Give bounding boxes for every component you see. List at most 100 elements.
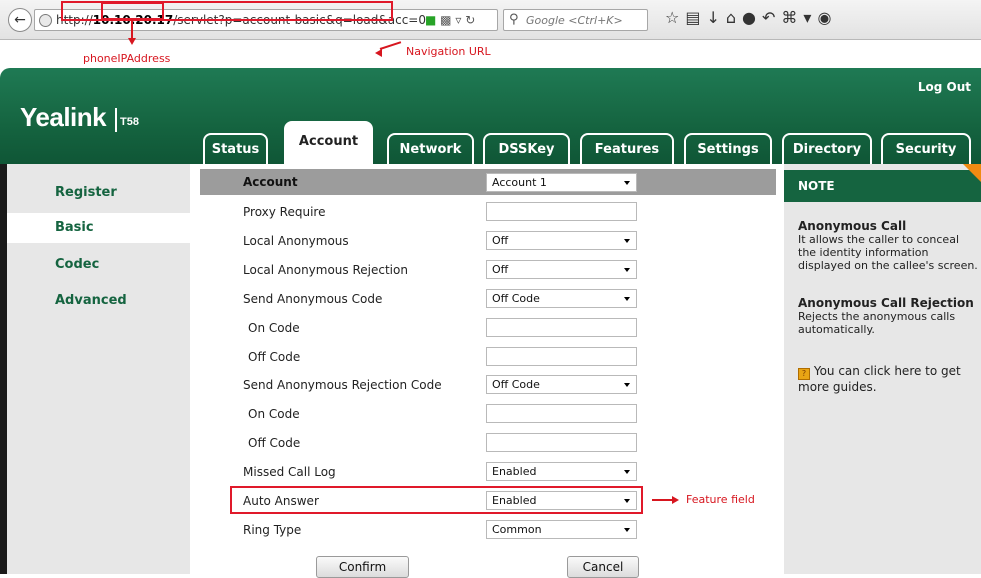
search-icon: ⚲	[509, 12, 519, 27]
row-label-proxy-require: Proxy Require	[243, 205, 326, 219]
undo-icon[interactable]: ↶	[762, 8, 781, 27]
ip-arrow-head	[128, 38, 136, 45]
note-header: NOTE	[784, 170, 981, 202]
chevron-down-icon	[624, 470, 630, 474]
note-anonymous-call-title: Anonymous Call	[798, 219, 907, 233]
messenger-icon[interactable]: ◉	[817, 8, 837, 27]
missed-call-log-value: Enabled	[492, 465, 537, 478]
page-left-border	[0, 164, 7, 574]
note-guide-link[interactable]: ? You can click here to get more guides.	[798, 364, 978, 394]
account-label: Account	[243, 175, 298, 189]
search-placeholder: Google <Ctrl+K>	[526, 14, 623, 27]
feature-arrow-line	[652, 499, 673, 501]
row-label-send-anonymous-code: Send Anonymous Code	[243, 292, 383, 306]
cancel-button[interactable]: Cancel	[567, 556, 639, 578]
rejection-off-code-input[interactable]	[486, 433, 637, 452]
local-anonymous-value: Off	[492, 234, 509, 247]
row-label-rejection-off-code: Off Code	[248, 436, 301, 450]
ip-arrow-line	[131, 20, 133, 40]
row-label-local-anonymous: Local Anonymous	[243, 234, 349, 248]
reading-list-icon[interactable]: ▤	[685, 8, 706, 27]
confirm-button[interactable]: Confirm	[316, 556, 409, 578]
row-label-ring-type: Ring Type	[243, 523, 302, 537]
header-bar: Log Out Yealink T58 Status Account Netwo…	[0, 68, 981, 164]
local-anonymous-select[interactable]: Off	[486, 231, 637, 250]
local-anonymous-rejection-value: Off	[492, 263, 509, 276]
note-anonymous-rejection: Anonymous Call Rejection Rejects the ano…	[798, 296, 978, 337]
tab-dsskey[interactable]: DSSKey	[483, 133, 570, 164]
globe-icon	[39, 14, 52, 27]
ip-highlight-box	[101, 2, 164, 20]
back-arrow-icon[interactable]: ←	[8, 8, 32, 32]
row-label-local-anonymous-rejection: Local Anonymous Rejection	[243, 263, 408, 277]
browser-toolbar-icons: ☆▤↓⌂●↶⌘▾◉	[665, 8, 837, 27]
send-anonymous-code-select[interactable]: Off Code	[486, 289, 637, 308]
url-arrow-head	[375, 49, 382, 57]
note-anonymous-rejection-title: Anonymous Call Rejection	[798, 296, 974, 310]
tab-features[interactable]: Features	[580, 133, 674, 164]
chevron-down-icon	[624, 528, 630, 532]
tab-network[interactable]: Network	[387, 133, 474, 164]
anonymous-on-code-input[interactable]	[486, 318, 637, 337]
feature-arrow-head	[672, 496, 679, 504]
note-anonymous-rejection-text: Rejects the anonymous calls automaticall…	[798, 310, 956, 336]
shield-icon[interactable]: ■	[425, 13, 436, 27]
ring-type-select[interactable]: Common	[486, 520, 637, 539]
yealink-logo: Yealink	[20, 102, 107, 132]
send-anonymous-code-value: Off Code	[492, 292, 540, 305]
sidebar-item-advanced[interactable]: Advanced	[7, 286, 190, 316]
logout-link[interactable]: Log Out	[918, 80, 971, 94]
note-corner-flag	[963, 164, 981, 182]
row-label-rejection-on-code: On Code	[248, 407, 300, 421]
menu-chevron-icon[interactable]: ▾	[803, 8, 817, 27]
tab-status[interactable]: Status	[203, 133, 268, 164]
missed-call-log-select[interactable]: Enabled	[486, 462, 637, 481]
dropdown-arrow-icon[interactable]: ▿	[455, 13, 461, 27]
note-guide-text: You can click here to get more guides.	[798, 364, 961, 394]
account-select-value: Account 1	[492, 176, 547, 189]
reload-icon[interactable]: ↻	[465, 13, 475, 27]
crop-icon[interactable]: ⌘	[781, 8, 803, 27]
feature-field-label: Feature field	[686, 493, 755, 506]
tab-settings[interactable]: Settings	[684, 133, 772, 164]
qr-code-icon[interactable]: ▩	[440, 13, 451, 27]
sidebar-item-basic[interactable]: Basic	[7, 213, 190, 243]
home-icon[interactable]: ⌂	[726, 8, 742, 27]
send-anonymous-rejection-code-value: Off Code	[492, 378, 540, 391]
note-anonymous-call-text: It allows the caller to conceal the iden…	[798, 233, 978, 272]
url-bar-icons: ■ ▩ ▿ ↻	[425, 13, 475, 27]
chevron-down-icon	[624, 297, 630, 301]
tab-security[interactable]: Security	[881, 133, 971, 164]
row-label-on-code: On Code	[248, 321, 300, 335]
send-anonymous-rejection-code-select[interactable]: Off Code	[486, 375, 637, 394]
chevron-down-icon	[624, 268, 630, 272]
row-label-send-anonymous-rejection-code: Send Anonymous Rejection Code	[243, 378, 442, 392]
sidebar-item-register[interactable]: Register	[7, 178, 190, 208]
chat-icon[interactable]: ●	[742, 8, 762, 27]
chevron-down-icon	[624, 239, 630, 243]
bookmark-star-icon[interactable]: ☆	[665, 8, 685, 27]
phone-ip-label: phoneIPAddress	[83, 52, 171, 65]
local-anonymous-rejection-select[interactable]: Off	[486, 260, 637, 279]
anonymous-off-code-input[interactable]	[486, 347, 637, 366]
search-field[interactable]: ⚲ Google <Ctrl+K>	[503, 9, 648, 31]
chevron-down-icon	[624, 181, 630, 185]
url-arrow-line	[379, 41, 402, 50]
row-label-missed-call-log: Missed Call Log	[243, 465, 336, 479]
model-label: T58	[120, 116, 139, 128]
navigation-url-label: Navigation URL	[406, 45, 491, 58]
download-icon[interactable]: ↓	[706, 8, 725, 27]
note-anonymous-call: Anonymous Call It allows the caller to c…	[798, 219, 978, 273]
tab-account[interactable]: Account	[284, 121, 373, 164]
auto-answer-highlight-box	[230, 486, 643, 514]
rejection-on-code-input[interactable]	[486, 404, 637, 423]
note-title: NOTE	[798, 179, 835, 193]
chevron-down-icon	[624, 383, 630, 387]
proxy-require-input[interactable]	[486, 202, 637, 221]
ring-type-value: Common	[492, 523, 542, 536]
account-select[interactable]: Account 1	[486, 173, 637, 192]
tab-directory[interactable]: Directory	[782, 133, 872, 164]
guide-book-icon: ?	[798, 368, 810, 380]
logo-divider	[115, 108, 117, 132]
sidebar-item-codec[interactable]: Codec	[7, 250, 190, 280]
